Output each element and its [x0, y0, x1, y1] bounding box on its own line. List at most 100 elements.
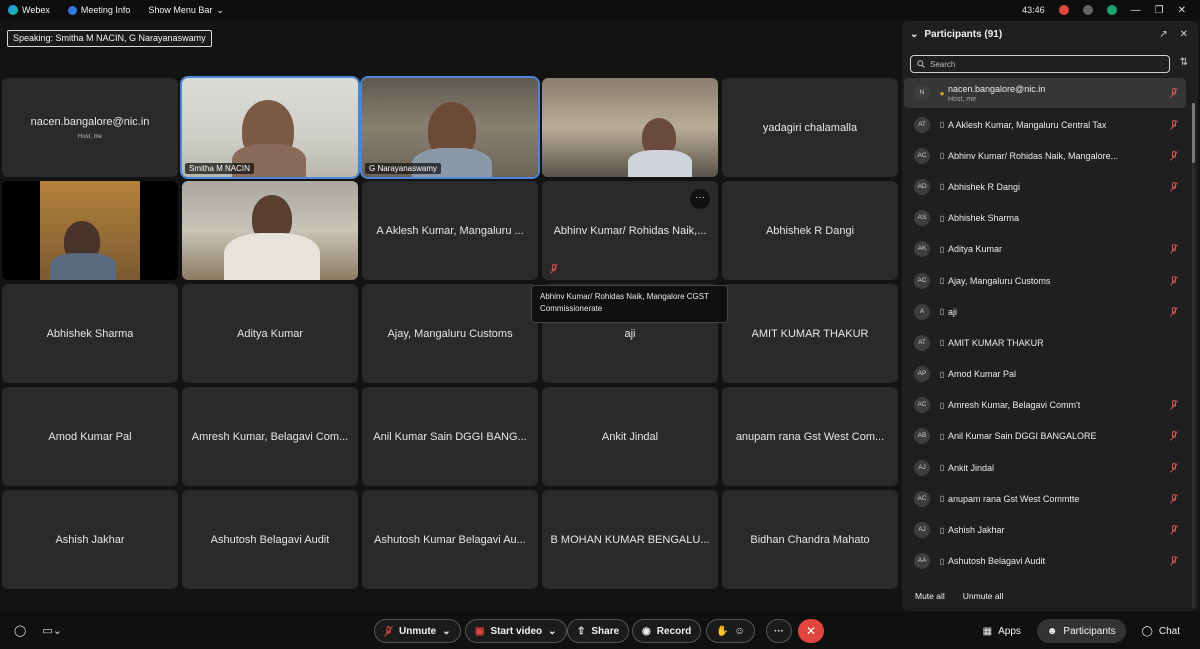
restore-icon[interactable]: ❐ [1155, 5, 1164, 16]
participant-tile[interactable]: anupam rana Gst West Com... [722, 387, 898, 486]
video-tile-narayanaswamy[interactable]: G Narayanaswamy [360, 76, 540, 179]
participant-tile[interactable]: yadagiri chalamalla [722, 78, 898, 177]
participant-row[interactable]: AD ▯ Abhishek R Dangi [904, 171, 1186, 202]
muted-mic-icon[interactable] [1170, 306, 1178, 317]
muted-mic-icon[interactable] [1170, 244, 1178, 255]
muted-mic-icon[interactable] [1170, 462, 1178, 473]
record-button[interactable]: ◉ Record [632, 619, 702, 643]
app-menu[interactable]: Webex [8, 5, 50, 15]
participant-row[interactable]: AC ▯ Ajay, Mangaluru Customs [904, 265, 1186, 296]
more-options-button[interactable]: ··· [690, 189, 710, 209]
participant-row[interactable]: AC ▯ Abhinv Kumar/ Rohidas Naik, Mangalore… [904, 140, 1186, 171]
participant-tile[interactable]: Abhishek Sharma [2, 284, 178, 383]
emoji-icon: ☺ [734, 625, 745, 637]
muted-mic-icon[interactable] [1170, 181, 1178, 192]
mute-all-button[interactable]: Mute all [915, 591, 945, 601]
participant-tile[interactable]: A Aklesh Kumar, Mangaluru ... [362, 181, 538, 280]
muted-mic-icon[interactable] [1170, 525, 1178, 535]
muted-mic-icon[interactable] [1170, 88, 1178, 98]
chevron-down-icon[interactable]: ⌄ [548, 626, 556, 637]
participant-row[interactable]: AS ▯ Abhishek Sharma [904, 203, 1186, 234]
minimize-icon[interactable]: — [1131, 5, 1141, 16]
reactions-button[interactable]: ✋ ☺ [706, 619, 755, 643]
tile-name: Ashutosh Belagavi Audit [210, 533, 330, 546]
close-icon[interactable]: ✕ [1178, 5, 1186, 16]
muted-mic-icon[interactable] [1170, 400, 1178, 411]
participant-tile[interactable]: Amod Kumar Pal [2, 387, 178, 486]
participant-name: Ankit Jindal [948, 462, 995, 473]
muted-mic-icon[interactable] [1170, 150, 1178, 161]
participant-tile[interactable]: Anil Kumar Sain DGGI BANG... [362, 387, 538, 486]
leave-meeting-button[interactable]: ✕ [798, 619, 824, 643]
participants-header[interactable]: ⌄ Participants (91) [910, 29, 1002, 40]
muted-mic-icon[interactable] [1170, 556, 1178, 567]
participant-row[interactable]: AT ▯ AMIT KUMAR THAKUR [904, 327, 1186, 358]
avatar: AA [914, 553, 930, 570]
participant-tile[interactable]: Aditya Kumar [182, 284, 358, 383]
close-panel-icon[interactable]: ✕ [1180, 29, 1188, 40]
video-tile-participant[interactable] [182, 181, 358, 280]
participant-tile-host[interactable]: nacen.bangalore@nic.in Host, me [2, 78, 178, 177]
video-feed [542, 78, 718, 177]
participant-name: aji [948, 306, 958, 317]
tile-name: yadagiri chalamalla [762, 121, 858, 134]
video-tile-smitha[interactable]: Smitha M NACIN [180, 76, 360, 179]
meeting-timer: 43:46 [1022, 5, 1045, 15]
participant-row[interactable]: AP ▯ Amod Kumar Pal [904, 359, 1186, 390]
participant-row[interactable]: A ▯ aji [904, 296, 1186, 327]
participant-row[interactable]: AJ ▯ Ankit Jindal [904, 452, 1186, 483]
more-options-button[interactable]: ··· [766, 619, 792, 643]
participant-row[interactable]: AT ▯ A Aklesh Kumar, Mangaluru Central Tax [904, 109, 1186, 140]
participant-tile[interactable]: Ashish Jakhar [2, 490, 178, 589]
participants-button[interactable]: ☻ Participants [1036, 619, 1126, 643]
participant-name: Abhishek Sharma [948, 213, 1020, 224]
participant-tile[interactable]: AMIT KUMAR THAKUR [722, 284, 898, 383]
unmute-all-button[interactable]: Unmute all [963, 591, 1004, 601]
connection-status-icon[interactable]: ◯ [14, 624, 26, 637]
device-icon: ▯ [939, 120, 945, 130]
participant-row-self[interactable]: N ● nacen.bangalore@nic.in Host, me [904, 78, 1186, 108]
participants-icon: ☻ [1046, 625, 1058, 637]
participant-row[interactable]: AC ▯ Amresh Kumar, Belagavi Comm't [904, 390, 1186, 421]
participant-name: Abhinv Kumar/ Rohidas Naik, Mangalore... [948, 150, 1119, 161]
participant-row[interactable]: AK ▯ Aditya Kumar [904, 234, 1186, 265]
participant-scrollbar[interactable] [1192, 103, 1195, 608]
muted-mic-icon[interactable] [1170, 431, 1178, 442]
participant-tile[interactable]: Amresh Kumar, Belagavi Com... [182, 387, 358, 486]
security-shield-icon[interactable] [1106, 5, 1117, 15]
chevron-down-icon[interactable]: ⌄ [442, 626, 450, 637]
muted-mic-icon[interactable] [1170, 119, 1178, 130]
unmute-button[interactable]: Unmute ⌄ [374, 619, 461, 643]
participant-tile[interactable]: Ashutosh Belagavi Audit [182, 490, 358, 589]
participant-tile[interactable]: Bidhan Chandra Mahato [722, 490, 898, 589]
chat-button[interactable]: ◯ Chat [1132, 619, 1190, 643]
participant-row[interactable]: AA ▯ Ashutosh Belagavi Audit [904, 546, 1186, 577]
participant-tile[interactable]: Ajay, Mangaluru Customs [362, 284, 538, 383]
participant-tile[interactable]: B MOHAN KUMAR BENGALU... [542, 490, 718, 589]
participant-tile[interactable]: Ashutosh Kumar Belagavi Au... [362, 490, 538, 589]
pop-out-icon[interactable]: ↗ [1159, 29, 1167, 40]
show-menu-bar-button[interactable]: Show Menu Bar ⌄ [148, 5, 224, 16]
participant-row[interactable]: AJ ▯ Ashish Jakhar [904, 514, 1186, 545]
meeting-info-button[interactable]: Meeting Info [67, 5, 130, 15]
tile-name: B MOHAN KUMAR BENGALU... [550, 533, 710, 546]
video-tile-participant[interactable] [2, 181, 178, 280]
video-tile-participant[interactable] [542, 78, 718, 177]
muted-mic-icon[interactable] [1170, 493, 1178, 504]
participant-row[interactable]: AB ▯ Anil Kumar Sain DGGI BANGALORE [904, 421, 1186, 452]
participant-tile[interactable]: Abhishek R Dangi [722, 181, 898, 280]
scrollbar-thumb[interactable] [1192, 103, 1195, 163]
participant-tile[interactable]: Ankit Jindal [542, 387, 718, 486]
participant-row[interactable]: AC ▯ anupam rana Gst West Commtte [904, 483, 1186, 514]
video-feed [2, 181, 178, 280]
title-bar: Webex Meeting Info Show Menu Bar ⌄ 43:46… [0, 0, 1200, 20]
muted-mic-icon[interactable] [1170, 275, 1178, 286]
sort-icon[interactable]: ⇅ [1180, 57, 1188, 68]
participant-search[interactable] [910, 55, 1170, 73]
search-input[interactable] [930, 59, 1150, 69]
start-video-button[interactable]: ▣ Start video ⌄ [465, 619, 567, 643]
apps-button[interactable]: ▦ Apps [973, 619, 1031, 643]
captions-icon[interactable]: ▭⌄ [42, 624, 62, 637]
participant-tile-hovered[interactable]: Abhinv Kumar/ Rohidas Naik,... ··· [542, 181, 718, 280]
share-button[interactable]: ⇧ Share [567, 619, 630, 643]
